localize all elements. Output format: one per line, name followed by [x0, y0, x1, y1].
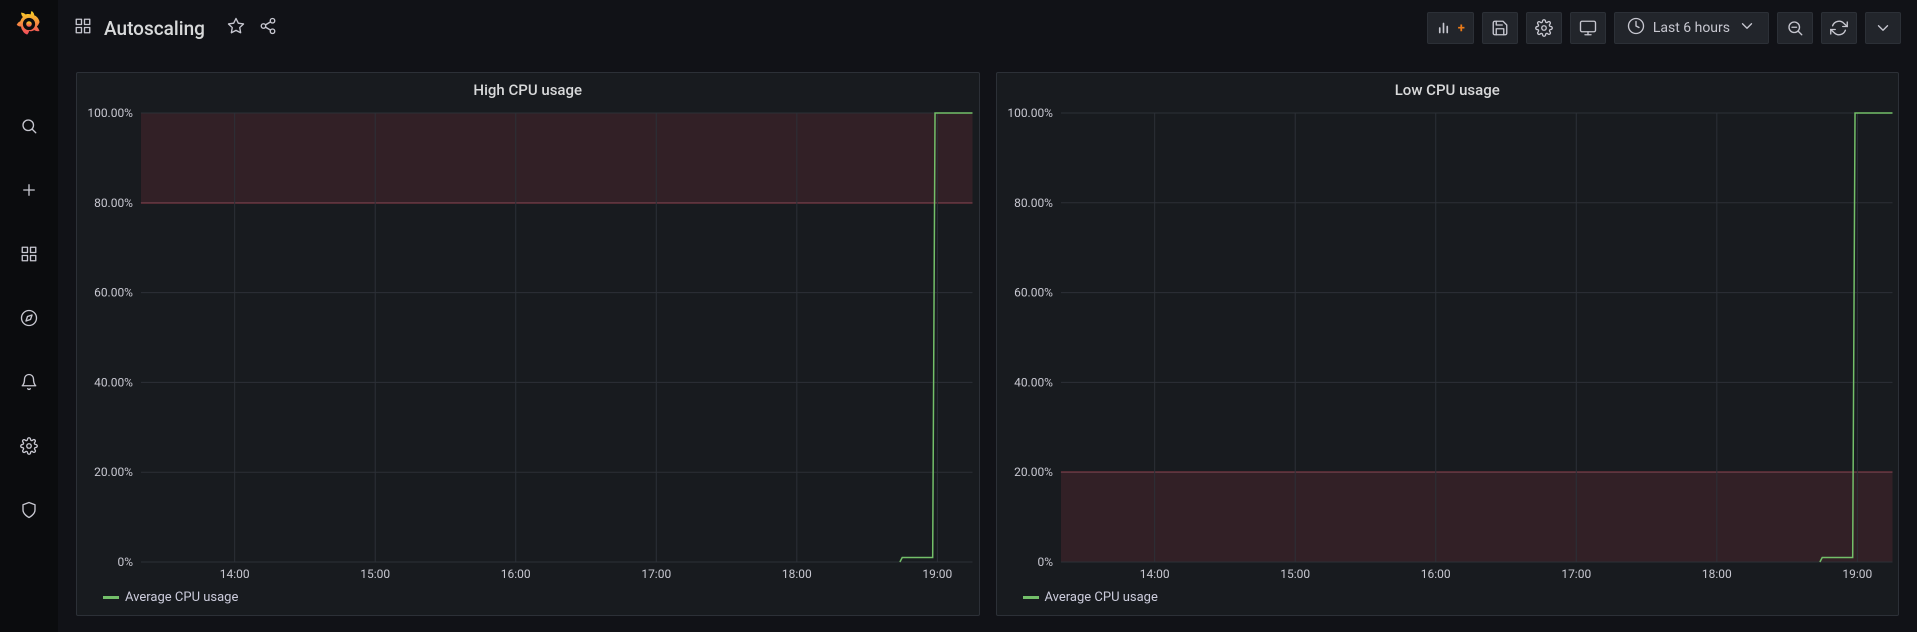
svg-text:80.00%: 80.00% [1014, 196, 1053, 210]
gear-icon[interactable] [9, 426, 49, 466]
clock-icon [1627, 17, 1645, 39]
save-button[interactable] [1482, 12, 1518, 44]
chevron-down-icon [1738, 17, 1756, 39]
plus-icon[interactable] [9, 170, 49, 210]
legend-label: Average CPU usage [1045, 590, 1158, 605]
settings-button[interactable] [1526, 12, 1562, 44]
panel-low-cpu[interactable]: Low CPU usage 14:0015:0016:0017:0018:001… [996, 72, 1900, 616]
svg-text:60.00%: 60.00% [1014, 286, 1053, 300]
svg-text:20.00%: 20.00% [1014, 465, 1053, 479]
topbar: Autoscaling + [58, 0, 1917, 56]
svg-text:16:00: 16:00 [501, 567, 531, 581]
panel-title: High CPU usage [77, 73, 979, 103]
svg-text:100.00%: 100.00% [87, 106, 133, 120]
star-icon[interactable] [227, 17, 245, 39]
svg-text:0%: 0% [117, 555, 133, 569]
chart-area[interactable]: 14:00 15:00 16:00 17:00 18:00 19:00 0% 20.00% 40… [997, 103, 1899, 586]
svg-text:40.00%: 40.00% [1014, 375, 1053, 389]
svg-text:14:00: 14:00 [1139, 567, 1169, 581]
panel-legend[interactable]: Average CPU usage [77, 586, 979, 615]
compass-icon[interactable] [9, 298, 49, 338]
refresh-button[interactable] [1821, 12, 1857, 44]
svg-text:17:00: 17:00 [1561, 567, 1591, 581]
share-icon[interactable] [259, 17, 277, 39]
tv-mode-button[interactable] [1570, 12, 1606, 44]
bell-icon[interactable] [9, 362, 49, 402]
time-range-label: Last 6 hours [1653, 20, 1730, 36]
svg-text:18:00: 18:00 [1701, 567, 1731, 581]
search-icon[interactable] [9, 106, 49, 146]
chart-area[interactable]: 14:00 15:00 16:00 17:00 18:00 19:00 0% 20.00% 40… [77, 103, 979, 586]
shield-icon[interactable] [9, 490, 49, 530]
svg-text:18:00: 18:00 [782, 567, 812, 581]
left-sidebar [0, 0, 58, 632]
legend-color-key [1023, 596, 1039, 599]
dashboards-icon[interactable] [9, 234, 49, 274]
grafana-logo-icon[interactable] [15, 10, 43, 42]
dashboard-body: High CPU usage 14:00 15:00 16:00 17:00 18:00… [58, 56, 1917, 632]
svg-text:60.00%: 60.00% [94, 286, 133, 300]
svg-text:15:00: 15:00 [360, 567, 390, 581]
add-panel-button[interactable]: + [1427, 12, 1474, 44]
page-title[interactable]: Autoscaling [104, 17, 205, 40]
panel-legend[interactable]: Average CPU usage [997, 586, 1899, 615]
svg-text:16:00: 16:00 [1420, 567, 1450, 581]
svg-text:40.00%: 40.00% [94, 375, 133, 389]
svg-text:19:00: 19:00 [1842, 567, 1872, 581]
dashboard-grid-icon[interactable] [74, 17, 92, 39]
legend-label: Average CPU usage [125, 590, 238, 605]
svg-text:0%: 0% [1037, 555, 1053, 569]
legend-color-key [103, 596, 119, 599]
svg-text:80.00%: 80.00% [94, 196, 133, 210]
time-range-picker[interactable]: Last 6 hours [1614, 12, 1769, 44]
svg-text:14:00: 14:00 [220, 567, 250, 581]
zoom-out-button[interactable] [1777, 12, 1813, 44]
panel-title: Low CPU usage [997, 73, 1899, 103]
panel-high-cpu[interactable]: High CPU usage 14:00 15:00 16:00 17:00 18:00… [76, 72, 980, 616]
svg-text:19:00: 19:00 [922, 567, 952, 581]
refresh-interval-dropdown[interactable] [1865, 12, 1901, 44]
svg-text:17:00: 17:00 [641, 567, 671, 581]
svg-text:15:00: 15:00 [1280, 567, 1310, 581]
svg-text:20.00%: 20.00% [94, 465, 133, 479]
svg-text:100.00%: 100.00% [1007, 106, 1053, 120]
main-area: Autoscaling + [58, 0, 1917, 632]
